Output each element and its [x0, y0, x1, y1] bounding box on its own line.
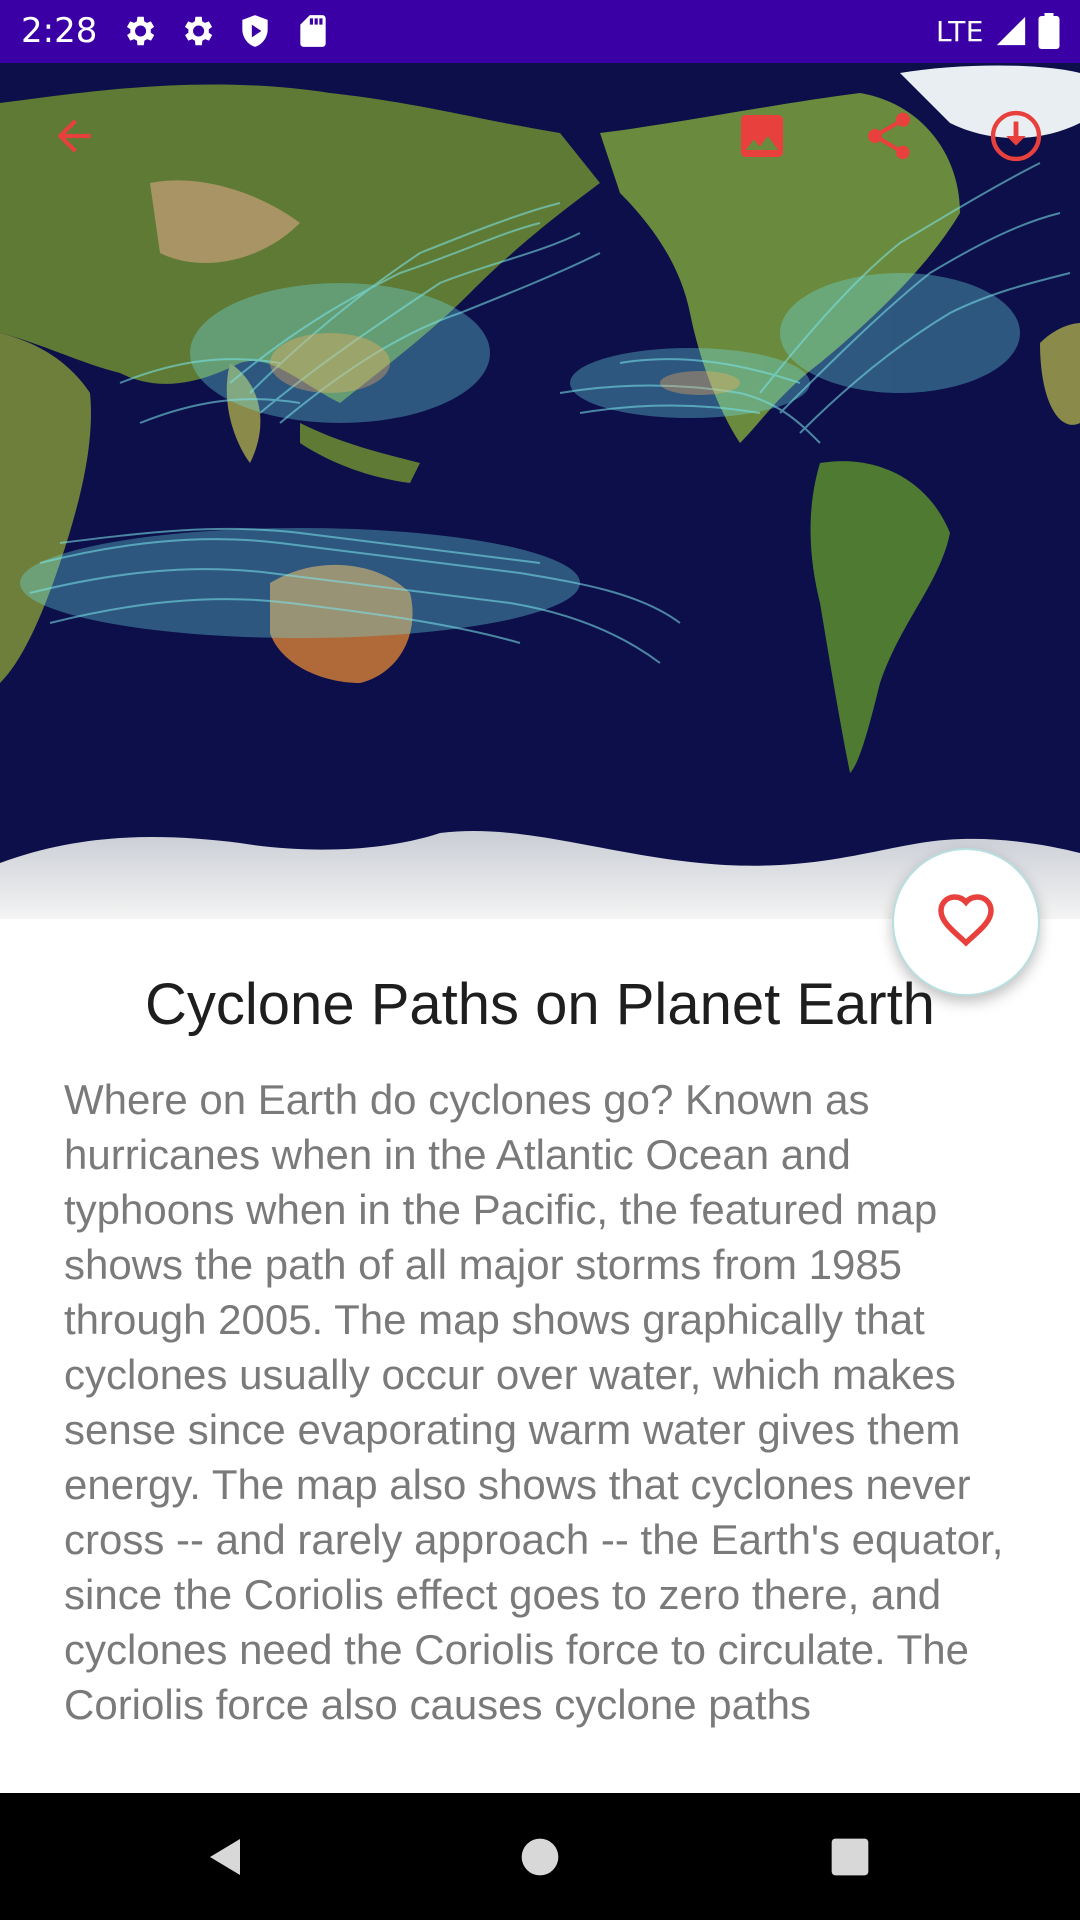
set-wallpaper-button[interactable]: [726, 100, 798, 172]
download-icon: [990, 110, 1042, 162]
nav-back-button[interactable]: [186, 1817, 266, 1897]
heart-outline-icon: [938, 894, 994, 947]
download-button[interactable]: [980, 100, 1052, 172]
signal-icon: [996, 16, 1026, 46]
nav-recents-icon: [831, 1838, 869, 1876]
sd-card-icon: [300, 15, 326, 47]
nav-recents-button[interactable]: [810, 1817, 890, 1897]
article-description: Where on Earth do cyclones go? Known as …: [64, 1076, 1004, 1728]
system-navigation-bar: [0, 1793, 1080, 1920]
arrow-back-icon: [57, 119, 91, 153]
settings-icon: [126, 16, 155, 46]
cyclone-map-illustration: [0, 63, 1080, 919]
nav-home-icon: [521, 1838, 559, 1876]
nav-back-icon: [210, 1839, 240, 1875]
image-icon: [741, 115, 783, 157]
battery-icon: [1038, 13, 1060, 49]
status-right-cluster: LTE: [936, 8, 1060, 54]
article-title: Cyclone Paths on Planet Earth: [145, 972, 935, 1037]
shield-icon: [242, 15, 268, 47]
hero-map-image: [0, 63, 1080, 919]
share-button[interactable]: [853, 100, 925, 172]
back-button[interactable]: [38, 100, 110, 172]
status-time: 2:28: [21, 11, 98, 51]
settings-icon: [184, 16, 213, 46]
nav-home-button[interactable]: [500, 1817, 580, 1897]
network-type: LTE: [935, 14, 984, 48]
share-icon: [868, 112, 910, 160]
status-bar: 2:28 LTE: [0, 0, 1080, 63]
